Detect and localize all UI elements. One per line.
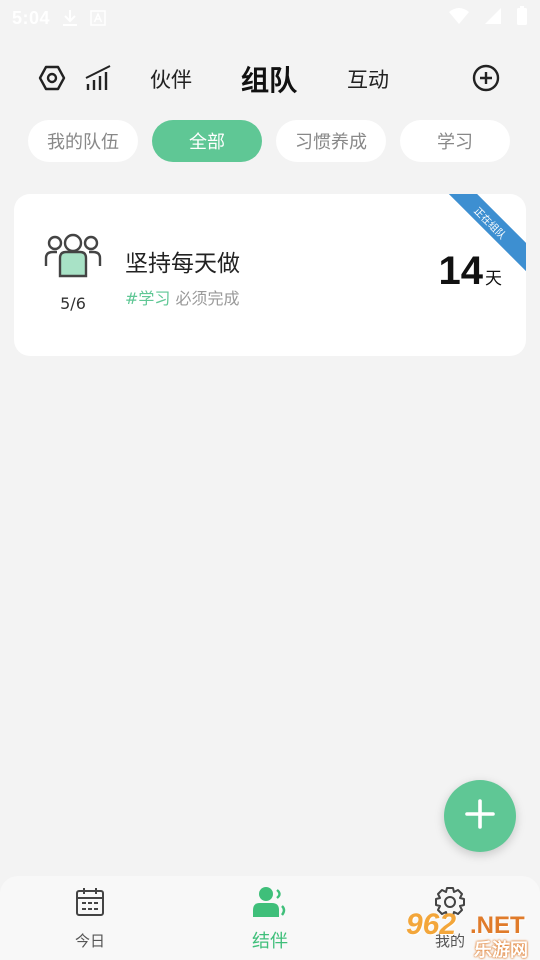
bottom-tab-today[interactable]: 今日 (30, 876, 150, 960)
top-nav: 伙伴 组队 互动 (0, 52, 540, 106)
days-count: 14 (438, 249, 484, 293)
bottom-tab-partner-label: 结伴 (252, 931, 288, 952)
chip-study[interactable]: 学习 (400, 120, 510, 162)
tab-partners[interactable]: 伙伴 (150, 52, 192, 106)
wifi-icon (448, 7, 470, 30)
team-name: 坚持每天做 (125, 251, 240, 277)
plus-icon (464, 798, 496, 834)
partner-icon (253, 886, 287, 918)
team-days: 14 天 (439, 249, 503, 294)
notification-a-icon (90, 10, 106, 26)
member-count: 5/6 (60, 294, 86, 313)
group-members-icon (44, 232, 102, 284)
team-tags: #学习 必须完成 (125, 285, 240, 309)
days-unit: 天 (485, 269, 502, 289)
bottom-tab-today-label: 今日 (74, 932, 105, 950)
filter-chips: 我的队伍 全部 习惯养成 学习 (0, 120, 540, 162)
team-tag: #学习 (125, 289, 171, 308)
calendar-icon (75, 886, 105, 918)
status-time: 5:04 (12, 7, 51, 28)
team-requirement: 必须完成 (175, 289, 240, 308)
battery-icon (516, 5, 528, 31)
team-card[interactable]: 5/6 坚持每天做 #学习 必须完成 14 天 正在组队 (14, 194, 526, 356)
stats-chart-icon[interactable] (84, 64, 112, 92)
site-watermark: 962 .NET 乐游网 (402, 908, 536, 960)
chip-my-teams[interactable]: 我的队伍 (28, 120, 138, 162)
signal-icon (484, 7, 502, 30)
chip-habits[interactable]: 习惯养成 (276, 120, 386, 162)
watermark-site: 乐游网 (474, 940, 528, 960)
tab-team[interactable]: 组队 (241, 52, 297, 106)
tab-interaction[interactable]: 互动 (347, 52, 389, 106)
add-circle-icon[interactable] (472, 64, 500, 92)
hexagon-settings-icon[interactable] (38, 64, 66, 92)
download-icon (62, 9, 78, 27)
add-team-button[interactable] (444, 780, 516, 852)
watermark-number: 962 (406, 908, 457, 941)
chip-all[interactable]: 全部 (152, 120, 262, 162)
status-bar: 5:04 (0, 0, 540, 36)
bottom-tab-partner[interactable]: 结伴 (210, 876, 330, 960)
